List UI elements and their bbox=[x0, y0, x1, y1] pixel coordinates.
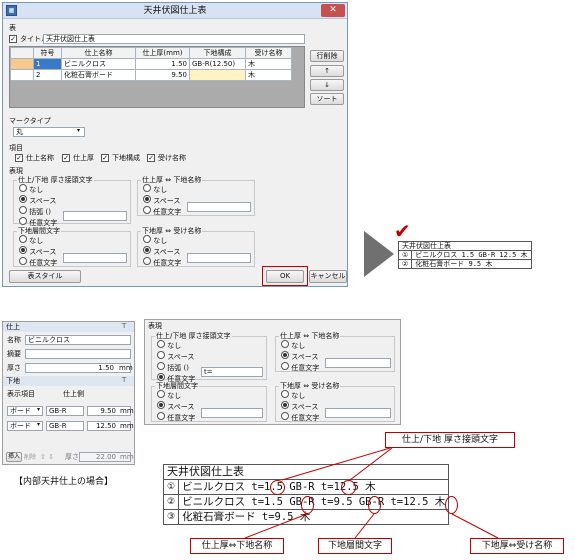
leader-line bbox=[451, 513, 499, 539]
leader-line bbox=[281, 447, 391, 481]
leader-lines bbox=[244, 447, 499, 539]
leader-line bbox=[349, 447, 393, 481]
leader-line bbox=[244, 513, 308, 539]
leader-line bbox=[354, 513, 375, 539]
